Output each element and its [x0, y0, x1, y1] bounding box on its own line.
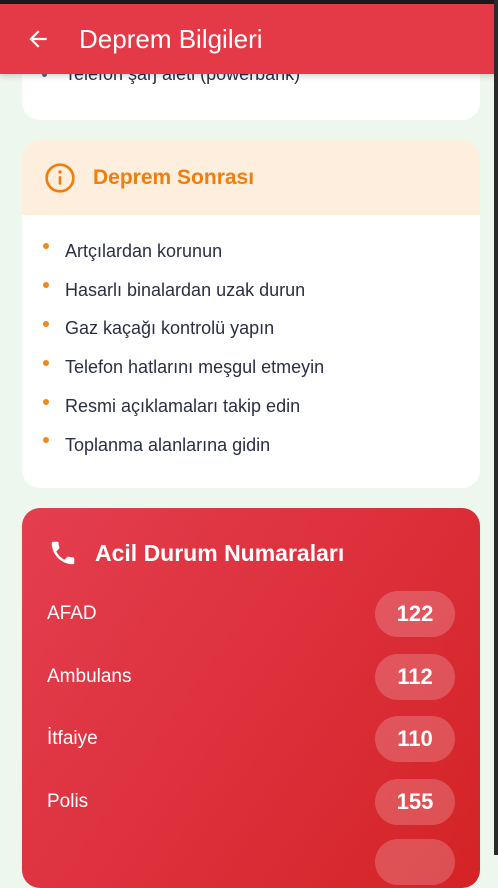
- card-header: Deprem Sonrası: [22, 140, 480, 215]
- call-number-badge[interactable]: 110: [375, 716, 455, 762]
- after-earthquake-card: Deprem Sonrası Artçılardan korunun Hasar…: [22, 140, 480, 488]
- emergency-name: AFAD: [47, 603, 97, 624]
- list-item: Telefon hatlarını meşgul etmeyin: [22, 348, 480, 387]
- emergency-numbers-card: Acil Durum Numaraları AFAD 122 Ambulans …: [22, 508, 480, 888]
- arrow-left-icon: [29, 30, 47, 48]
- page-title: Deprem Bilgileri: [79, 23, 263, 54]
- back-button[interactable]: [15, 16, 61, 62]
- card-title: Acil Durum Numaraları: [95, 539, 345, 566]
- bullet: [43, 398, 49, 405]
- list-item-text: Resmi açıklamaları takip edin: [65, 396, 301, 417]
- info-icon: [45, 162, 75, 193]
- bullet: [43, 359, 49, 366]
- list-item: Gaz kaçağı kontrolü yapın: [22, 310, 480, 349]
- call-number-badge[interactable]: 112: [375, 654, 455, 700]
- emergency-row-polis: Polis 155: [47, 779, 455, 825]
- emergency-row-partial: [47, 839, 455, 885]
- after-list: Artçılardan korunun Hasarlı binalardan u…: [22, 215, 480, 465]
- list-item-text: Hasarlı binalardan uzak durun: [65, 279, 306, 300]
- list-item: Hasarlı binalardan uzak durun: [22, 271, 480, 310]
- call-number-badge[interactable]: 122: [375, 591, 455, 637]
- list-item: Toplanma alanlarına gidin: [22, 426, 480, 465]
- list-item-text: Artçılardan korunun: [65, 240, 223, 261]
- bullet: [43, 437, 49, 444]
- card-header: Acil Durum Numaraları: [48, 538, 344, 568]
- emergency-row-itfaiye: İtfaiye 110: [47, 716, 455, 762]
- phone-icon: [51, 541, 75, 565]
- emergency-name: Ambulans: [47, 666, 132, 687]
- bullet: [43, 243, 49, 250]
- list-item-text: Gaz kaçağı kontrolü yapın: [65, 318, 275, 339]
- list-item-text: Telefon hatlarını meşgul etmeyin: [65, 357, 325, 378]
- list-item: Artçılardan korunun: [22, 232, 480, 271]
- window-edge: [494, 0, 498, 855]
- emergency-row-ambulans: Ambulans 112: [47, 654, 455, 700]
- card-title: Deprem Sonrası: [93, 165, 255, 189]
- bullet: [43, 282, 49, 289]
- status-strip: [0, 0, 498, 4]
- list-item-text: Toplanma alanlarına gidin: [65, 434, 271, 455]
- call-number-badge[interactable]: [375, 839, 455, 885]
- list-item: Resmi açıklamaları takip edin: [22, 387, 480, 426]
- emergency-name: İtfaiye: [47, 728, 98, 749]
- emergency-name: Polis: [47, 791, 89, 812]
- bullet: [43, 320, 49, 327]
- app-bar: Deprem Bilgileri: [0, 4, 498, 74]
- emergency-row-afad: AFAD 122: [47, 591, 455, 637]
- call-number-badge[interactable]: 155: [375, 779, 455, 825]
